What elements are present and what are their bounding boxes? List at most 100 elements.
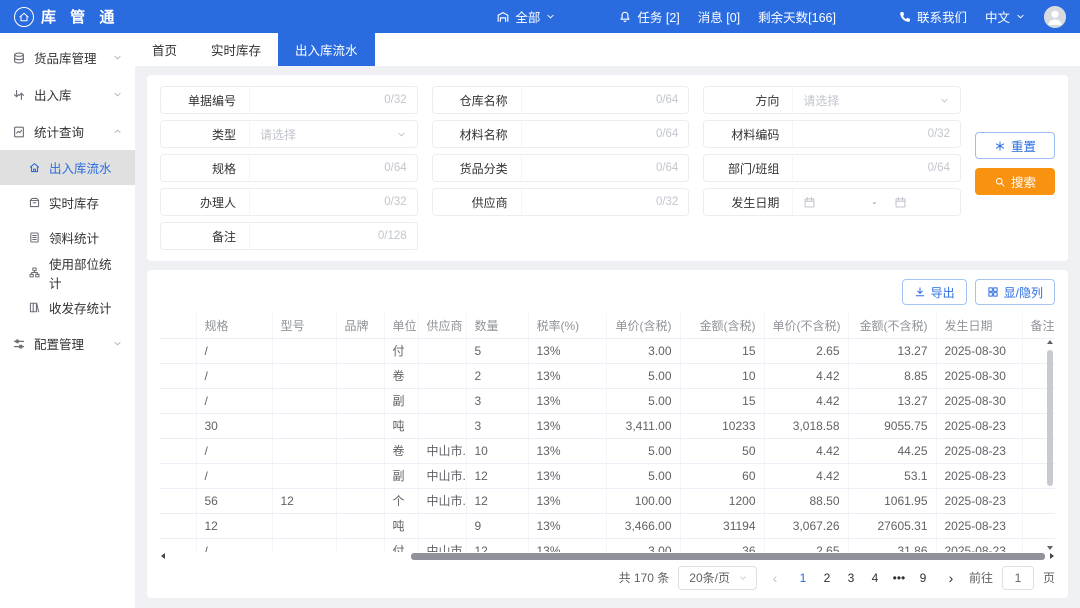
search-button[interactable]: 搜索 (975, 168, 1055, 195)
table-row[interactable]: /付513%3.00152.6513.272025-08-30 (160, 338, 1055, 363)
filter-text-input[interactable]: 0/64 (521, 121, 689, 147)
table-cell: 12 (272, 488, 336, 513)
page-number[interactable]: 3 (841, 571, 861, 585)
table-header-row: 规格型号品牌单位供应商数量税率(%)单价(含税)金额(含税)单价(不含税)金额(… (160, 313, 1055, 338)
prev-page-button[interactable]: ‹ (766, 570, 784, 586)
sidebar-subitem-label: 领料统计 (49, 228, 99, 247)
bell-icon (618, 10, 632, 24)
select-placeholder: 请选择 (803, 92, 839, 109)
tab[interactable]: 出入库流水 (278, 33, 375, 66)
filter-text-input[interactable]: 0/32 (249, 87, 417, 113)
char-counter: 0/64 (384, 162, 406, 174)
column-header: 供应商 (418, 313, 466, 338)
scroll-right-arrow[interactable] (1050, 553, 1054, 559)
table-cell: 2025-08-23 (936, 538, 1022, 552)
table-row[interactable]: /卷中山市...1013%5.00504.4244.252025-08-23 (160, 438, 1055, 463)
vertical-scrollbar-thumb[interactable] (1047, 350, 1053, 486)
next-page-button[interactable]: › (942, 570, 960, 586)
tab[interactable]: 实时库存 (194, 33, 278, 66)
table-row[interactable]: /卷213%5.00104.428.852025-08-30 (160, 363, 1055, 388)
export-button[interactable]: 导出 (902, 279, 967, 305)
table-cell (160, 538, 196, 552)
table-row[interactable]: 12吨913%3,466.00311943,067.2627605.312025… (160, 513, 1055, 538)
sidebar-item[interactable]: 出入库 (0, 76, 135, 113)
table-cell: 副 (384, 388, 418, 413)
filter-field: 部门/班组0/64 (703, 154, 961, 182)
table-cell: 中山市... (418, 438, 466, 463)
sidebar-subitem[interactable]: 使用部位统计 (0, 255, 135, 290)
scroll-down-arrow[interactable] (1047, 546, 1053, 550)
calendar-icon (894, 196, 907, 209)
table-cell: 2025-08-30 (936, 388, 1022, 413)
goto-suffix-label: 页 (1043, 569, 1055, 586)
show-hide-columns-button[interactable]: 显/隐列 (975, 279, 1055, 305)
filter-text-input[interactable]: 0/128 (249, 223, 417, 249)
filter-text-input[interactable]: 0/64 (521, 155, 689, 181)
language-selector[interactable]: 中文 (985, 7, 1026, 26)
table-cell: 31194 (680, 513, 764, 538)
filter-daterange[interactable]: - (792, 189, 960, 215)
page-number[interactable]: 1 (793, 571, 813, 585)
sidebar-item-label: 出入库 (34, 85, 72, 104)
filter-panel: 单据编号0/32仓库名称0/64方向请选择类型请选择材料名称0/64材料编码0/… (147, 75, 1068, 261)
table-row[interactable]: /副中山市...1213%5.00604.4253.12025-08-23 (160, 463, 1055, 488)
daterange-separator: - (872, 195, 876, 209)
table-row[interactable]: /付中山市...1213%3.00362.6531.862025-08-23 (160, 538, 1055, 552)
table-cell: 副 (384, 463, 418, 488)
calendar-icon (803, 196, 816, 209)
search-button-label: 搜索 (1011, 172, 1036, 191)
filter-select[interactable]: 请选择 (249, 121, 417, 147)
language-label: 中文 (985, 7, 1010, 26)
table-cell (336, 338, 384, 363)
column-header: 单位 (384, 313, 418, 338)
scroll-up-arrow[interactable] (1047, 340, 1053, 344)
home-icon (14, 7, 34, 27)
column-header: 金额(含税) (680, 313, 764, 338)
sidebar-subitem[interactable]: 出入库流水 (0, 150, 135, 185)
messages-menu[interactable]: 消息 [0] (698, 7, 740, 26)
table-row[interactable]: /副313%5.00154.4213.272025-08-30 (160, 388, 1055, 413)
sidebar-item[interactable]: 货品库管理 (0, 39, 135, 76)
tasks-menu[interactable]: 任务 [2] (618, 7, 679, 26)
filter-select[interactable]: 请选择 (792, 87, 960, 113)
table-cell: 44.25 (848, 438, 936, 463)
table-cell (336, 488, 384, 513)
char-counter: 0/32 (928, 128, 950, 140)
table-row[interactable]: 30吨313%3,411.00102333,018.589055.752025-… (160, 413, 1055, 438)
scope-selector[interactable]: 全部 (496, 7, 556, 26)
table-cell (160, 388, 196, 413)
page-number[interactable]: 9 (913, 571, 933, 585)
days-left-badge: 剩余天数[166] (758, 7, 836, 26)
sidebar-item[interactable]: 统计查询 (0, 113, 135, 150)
scroll-left-arrow[interactable] (161, 553, 165, 559)
filter-text-input[interactable]: 0/32 (249, 189, 417, 215)
filter-text-input[interactable]: 0/64 (249, 155, 417, 181)
sidebar-item[interactable]: 配置管理 (0, 325, 135, 362)
filter-text-input[interactable]: 0/64 (521, 87, 689, 113)
horizontal-scrollbar-thumb[interactable] (411, 553, 1045, 560)
goto-page-input[interactable] (1002, 566, 1034, 590)
page-ellipsis[interactable]: ••• (889, 571, 909, 585)
column-header: 品牌 (336, 313, 384, 338)
sidebar-subitem[interactable]: 收发存统计 (0, 290, 135, 325)
table-cell: 2025-08-30 (936, 363, 1022, 388)
page-number[interactable]: 2 (817, 571, 837, 585)
table-row[interactable]: 5612个中山市...1213%100.00120088.501061.9520… (160, 488, 1055, 513)
sidebar-subitem[interactable]: 领料统计 (0, 220, 135, 255)
reset-button[interactable]: 重置 (975, 132, 1055, 159)
filter-text-input[interactable]: 0/32 (521, 189, 689, 215)
table-cell: / (196, 338, 272, 363)
filter-field-label: 材料名称 (433, 126, 521, 143)
table-cell: 吨 (384, 513, 418, 538)
filter-text-input[interactable]: 0/32 (792, 121, 960, 147)
table-cell: / (196, 388, 272, 413)
page-number[interactable]: 4 (865, 571, 885, 585)
user-avatar[interactable] (1044, 6, 1066, 28)
page-size-selector[interactable]: 20条/页 (678, 566, 757, 590)
filter-field-label: 单据编号 (161, 92, 249, 109)
contact-us-link[interactable]: 联系我们 (898, 7, 967, 26)
sidebar-subitem[interactable]: 实时库存 (0, 185, 135, 220)
tab[interactable]: 首页 (135, 33, 194, 66)
filter-text-input[interactable]: 0/64 (792, 155, 960, 181)
column-header: 单价(不含税) (764, 313, 848, 338)
